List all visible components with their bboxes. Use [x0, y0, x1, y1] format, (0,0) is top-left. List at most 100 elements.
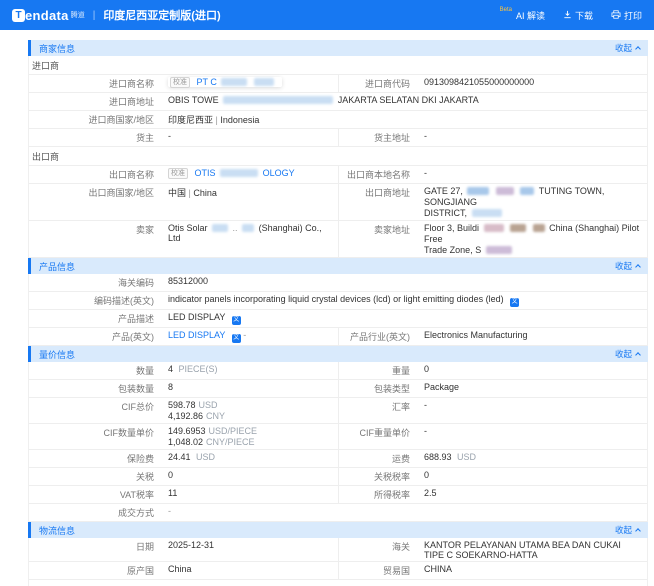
seller-address-line1-start: Floor 3, Buildi	[424, 223, 479, 233]
quantity-value: 4 PIECE(S)	[161, 362, 339, 379]
importer-country-label: 进口商国家/地区	[29, 111, 161, 128]
redaction-block	[520, 187, 534, 195]
product-en-link[interactable]: LED DISPLAY	[168, 330, 225, 340]
field-row: 关税 0 关税税率 0	[29, 468, 647, 486]
origin-country-value: China	[161, 562, 339, 579]
field-row: 数量 4 PIECE(S) 重量 0	[29, 362, 647, 380]
quantity-number: 4	[168, 364, 173, 374]
importer-country-en: Indonesia	[220, 115, 259, 125]
translate-icon[interactable]: 文	[510, 298, 519, 307]
collapse-product-button[interactable]: 收起	[615, 260, 640, 272]
owner-address-value: -	[417, 129, 647, 146]
importer-name-value: 校准 PT C	[161, 75, 339, 92]
seller-address-line2: Trade Zone, S	[424, 245, 481, 255]
cif-total-value: 598.78USD 4,192.86CNY	[161, 398, 339, 423]
section-logistics: 物流信息 收起 日期 2025-12-31 海关 KANTOR PELAYANA…	[28, 522, 648, 586]
freight-label: 运费	[339, 450, 417, 467]
redaction-block	[472, 209, 502, 217]
freight-unit: USD	[457, 452, 476, 462]
product-desc-label: 产品描述	[29, 310, 161, 327]
freight-number: 688.93	[424, 452, 452, 462]
exporter-name-value: 校准 OTIS OLOGY	[161, 166, 339, 183]
importer-address-end: JAKARTA SELATAN DKI JAKARTA	[338, 95, 479, 105]
exporter-country-value: 中国 | China	[161, 184, 339, 220]
hs-code-value: 85312000	[161, 274, 647, 291]
beta-badge: Beta	[500, 7, 512, 13]
importer-code-label: 进口商代码	[339, 75, 417, 92]
cif-weight-price-label: CIF重量单价	[339, 424, 417, 449]
redaction-block	[486, 246, 512, 254]
ai-interpret-button[interactable]: Beta AI 解读	[500, 9, 545, 22]
owner-address-label: 货主地址	[339, 129, 417, 146]
seller-address-label: 卖家地址	[339, 221, 417, 257]
download-button[interactable]: 下载	[563, 9, 593, 22]
seller-name-start: Otis Solar	[168, 223, 208, 233]
insurance-value: 24.41 USD	[161, 450, 339, 467]
hs-code-label: 海关编码	[29, 274, 161, 291]
product-en-label: 产品(英文)	[29, 328, 161, 345]
exporter-country-cn: 中国	[168, 188, 186, 198]
calibrated-badge: 校准	[170, 77, 190, 88]
field-row: 出口商名称 校准 OTIS OLOGY 出口商本地名称 -	[29, 166, 647, 184]
insurance-unit: USD	[196, 452, 215, 462]
importer-code-value: 0913098421055000000000	[417, 75, 647, 92]
cif-weight-price-value: -	[417, 424, 647, 449]
seller-value: Otis Solar .. (Shanghai) Co., Ltd	[161, 221, 339, 257]
field-row: 海关编码 85312000	[29, 274, 647, 292]
trade-country-value: CHINA	[417, 562, 647, 579]
vat-rate-label: VAT税率	[29, 486, 161, 503]
chevron-up-icon	[635, 46, 641, 52]
package-qty-value: 8	[161, 380, 339, 397]
cif-total-usd: 598.78	[168, 400, 196, 410]
ai-interpret-label: AI 解读	[516, 9, 545, 22]
quantity-label: 数量	[29, 362, 161, 379]
collapse-pricing-button[interactable]: 收起	[615, 348, 640, 360]
customs-value: KANTOR PELAYANAN UTAMA BEA DAN CUKAI TIP…	[417, 538, 647, 561]
translate-icon[interactable]: 文	[232, 334, 241, 343]
chevron-up-icon	[635, 352, 641, 358]
exporter-name-link-end[interactable]: OLOGY	[263, 168, 295, 178]
collapse-logistics-button[interactable]: 收起	[615, 524, 640, 536]
weight-value: 0	[417, 362, 647, 379]
tariff-value: 0	[161, 468, 339, 485]
field-row: 卖家 Otis Solar .. (Shanghai) Co., Ltd 卖家地…	[29, 221, 647, 258]
exporter-name-link-start[interactable]: OTIS	[195, 168, 216, 178]
collapse-business-button[interactable]: 收起	[615, 42, 640, 54]
customs-label: 海关	[339, 538, 417, 561]
redaction-block	[220, 169, 258, 177]
brand-name: endata	[25, 8, 69, 23]
tendata-logo: T endata 腾道	[12, 8, 85, 23]
trade-terms-label: 成交方式	[29, 504, 161, 521]
exporter-name-label: 出口商名称	[29, 166, 161, 183]
hs-desc-label: 编码描述(英文)	[29, 292, 161, 309]
hs-desc-value: indicator panels incorporating liquid cr…	[161, 292, 647, 309]
topbar: T endata 腾道 | 印度尼西亚定制版(进口) Beta AI 解读 下载…	[0, 0, 654, 30]
redaction-block	[533, 224, 545, 232]
importer-address-start: OBIS TOWE	[168, 95, 219, 105]
field-row: CIF总价 598.78USD 4,192.86CNY 汇率 -	[29, 398, 647, 424]
importer-address-label: 进口商地址	[29, 93, 161, 110]
section-product-header: 产品信息 收起	[28, 258, 648, 274]
cif-total-cny-unit: CNY	[206, 411, 225, 421]
seller-address-value: Floor 3, Buildi China (Shanghai) Pilot F…	[417, 221, 647, 257]
hs-desc-text: indicator panels incorporating liquid cr…	[168, 294, 504, 304]
section-product: 产品信息 收起 海关编码 85312000 编码描述(英文) indicator…	[28, 258, 648, 346]
field-row: 原产国 China 贸易国 CHINA	[29, 562, 647, 580]
exporter-address-line1-start: GATE 27,	[424, 186, 463, 196]
redaction-block	[221, 78, 247, 86]
origin-country-label: 原产国	[29, 562, 161, 579]
field-row: VAT税率 11 所得税率 2.5	[29, 486, 647, 504]
cif-total-label: CIF总价	[29, 398, 161, 423]
print-button[interactable]: 打印	[611, 9, 642, 22]
country-separator: |	[189, 188, 191, 198]
importer-name-link[interactable]: PT C	[197, 77, 217, 87]
exporter-address-value: GATE 27, TUTING TOWN, SONGJIANG DISTRICT…	[417, 184, 647, 220]
weight-label: 重量	[339, 362, 417, 379]
owner-label: 货主	[29, 129, 161, 146]
field-row: 编码描述(英文) indicator panels incorporating …	[29, 292, 647, 310]
redaction-block	[223, 96, 333, 104]
cif-total-usd-unit: USD	[199, 400, 218, 410]
section-logistics-body: 日期 2025-12-31 海关 KANTOR PELAYANAN UTAMA …	[28, 538, 648, 586]
translate-icon[interactable]: 文	[232, 316, 241, 325]
freight-value: 688.93 USD	[417, 450, 647, 467]
